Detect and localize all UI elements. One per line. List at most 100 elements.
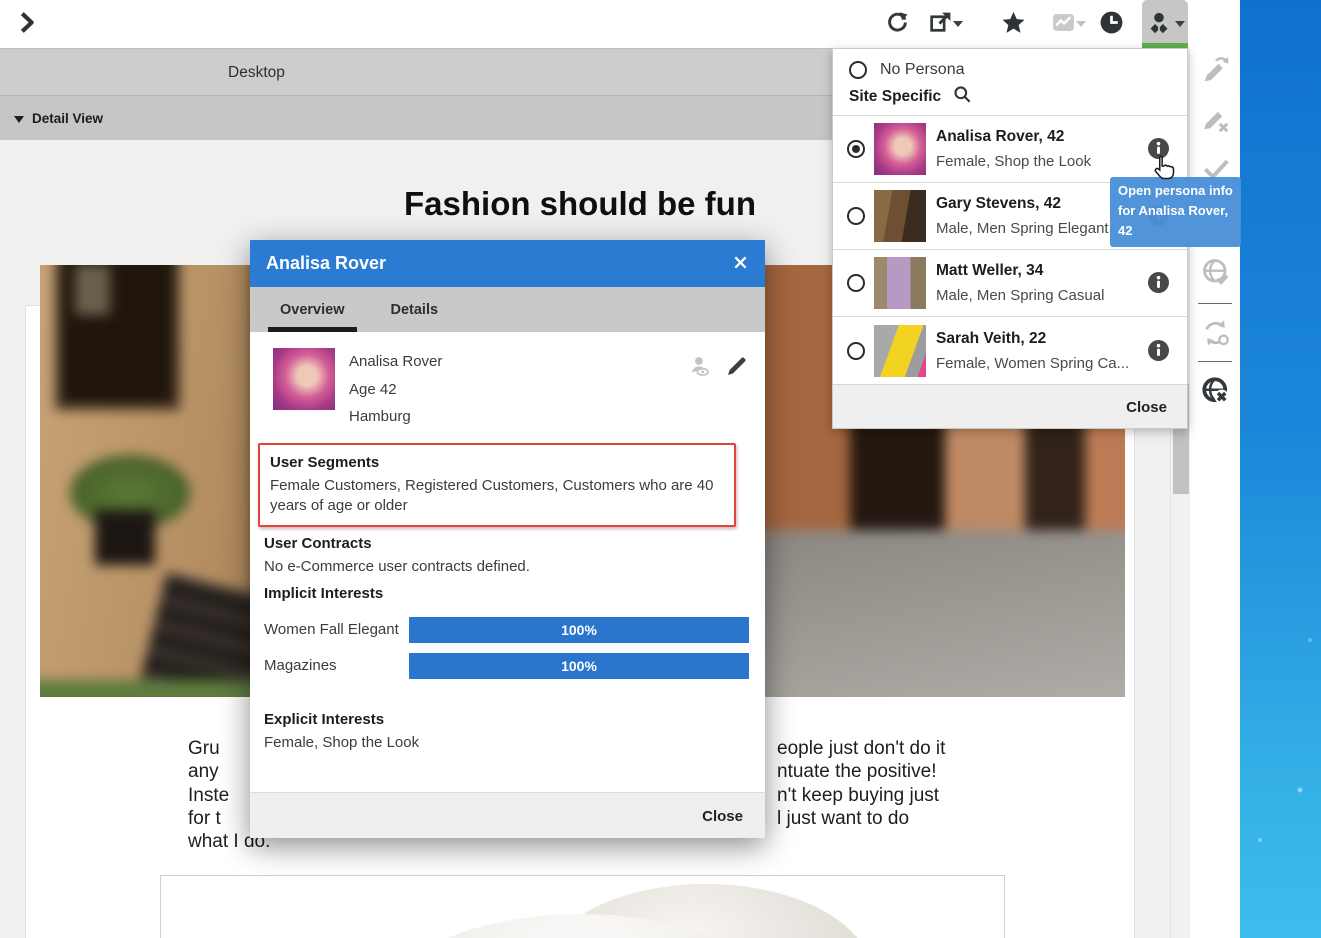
persona-name: Sarah Veith, 22 <box>936 330 1129 348</box>
radio-analisa[interactable] <box>847 140 865 158</box>
explicit-interests-text: Female, Shop the Look <box>264 733 749 753</box>
tab-overview[interactable]: Overview <box>276 287 349 332</box>
rail-divider <box>1198 303 1232 304</box>
site-specific-label: Site Specific <box>849 88 941 106</box>
persona-info-modal: Analisa Rover Overview Details Analisa R… <box>250 240 765 838</box>
analytics-chart-icon <box>1051 10 1076 38</box>
refresh-button[interactable] <box>880 7 914 41</box>
persona-row-matt[interactable]: Matt Weller, 34 Male, Men Spring Casual <box>833 250 1187 317</box>
person-eye-icon <box>687 368 713 383</box>
right-toolbar <box>1190 0 1240 938</box>
interest-label: Women Fall Elegant <box>264 621 409 638</box>
persona-info-tooltip: Open persona info for Analisa Rover, 42 <box>1110 177 1241 247</box>
avatar-gary <box>874 190 926 242</box>
favorites-button[interactable] <box>996 7 1030 41</box>
avatar-matt <box>874 257 926 309</box>
top-toolbar <box>0 0 1240 48</box>
profile-city: Hamburg <box>349 403 687 431</box>
user-segments-highlight: User Segments Female Customers, Register… <box>258 443 736 527</box>
edit-persona-button[interactable] <box>725 354 749 381</box>
modal-title: Analisa Rover <box>266 253 729 274</box>
chevron-right-icon <box>15 10 40 38</box>
rail-divider <box>1198 361 1232 362</box>
avatar-analisa <box>874 123 926 175</box>
chevron-down-icon <box>1076 21 1086 27</box>
publish-status-button[interactable] <box>1200 257 1232 289</box>
device-label: Desktop <box>228 49 285 96</box>
no-persona-option[interactable]: No Persona <box>833 49 1187 85</box>
time-machine-button[interactable] <box>1094 7 1128 41</box>
interest-bar-row: Magazines 100% <box>264 653 749 679</box>
persona-info-button-matt[interactable] <box>1148 272 1169 293</box>
expand-panel-button[interactable] <box>10 7 44 41</box>
analytics-button[interactable] <box>1042 7 1094 41</box>
edit-workflow-button[interactable] <box>1200 55 1232 87</box>
persona-list: Analisa Rover, 42 Female, Shop the Look … <box>833 115 1187 384</box>
open-in-new-button[interactable] <box>920 7 970 41</box>
site-specific-header: Site Specific <box>833 85 1187 115</box>
persona-panel-close-button[interactable]: Close <box>1106 385 1187 429</box>
mouse-cursor <box>1149 152 1179 182</box>
sync-icon <box>1201 336 1231 351</box>
persona-button[interactable] <box>1142 0 1188 48</box>
persona-description: Female, Women Spring Ca... <box>936 355 1129 372</box>
user-contracts-text: No e-Commerce user contracts defined. <box>264 557 749 577</box>
app-background-panel <box>1240 0 1321 938</box>
persona-panel-footer: Close <box>833 384 1187 428</box>
radio-no-persona[interactable] <box>849 61 867 79</box>
collapse-caret-icon <box>14 116 24 123</box>
explicit-interests-heading: Explicit Interests <box>264 707 749 733</box>
modal-header: Analisa Rover <box>250 240 765 287</box>
modal-footer: Close <box>250 792 765 838</box>
tab-details[interactable]: Details <box>387 287 443 332</box>
persona-name: Matt Weller, 34 <box>936 262 1104 280</box>
pencil-x-icon <box>1201 123 1231 138</box>
user-segments-heading: User Segments <box>270 450 726 476</box>
unpublish-button[interactable] <box>1200 376 1232 408</box>
profile-avatar <box>273 348 335 410</box>
persona-description: Male, Men Spring Elegant <box>936 220 1109 237</box>
star-icon <box>1001 10 1026 38</box>
discard-edit-button[interactable] <box>1200 105 1232 137</box>
interest-bar: 100% <box>409 617 749 643</box>
radio-matt[interactable] <box>847 274 865 292</box>
modal-tab-bar: Overview Details <box>250 287 765 332</box>
modal-close-button[interactable]: Close <box>680 793 765 839</box>
interest-bar: 100% <box>409 653 749 679</box>
globe-check-icon <box>1201 275 1231 290</box>
modal-close-icon[interactable] <box>729 253 751 275</box>
persona-name: Gary Stevens, 42 <box>936 195 1109 213</box>
clock-icon <box>1099 10 1124 38</box>
refresh-icon <box>885 10 910 38</box>
avatar-sarah <box>874 325 926 377</box>
profile-name: Analisa Rover <box>349 348 687 376</box>
no-persona-label: No Persona <box>880 61 965 79</box>
paragraph-right-fragment: eople just don't do it ntuate the positi… <box>777 737 945 830</box>
modal-body: Analisa Rover Age 42 Hamburg <box>250 332 765 792</box>
radio-gary[interactable] <box>847 207 865 225</box>
search-icon[interactable] <box>953 85 972 109</box>
interest-label: Magazines <box>264 657 409 674</box>
interest-bar-row: Women Fall Elegant 100% <box>264 617 749 643</box>
product-image <box>160 875 1005 938</box>
persona-icon <box>1146 10 1172 39</box>
impersonate-button[interactable] <box>687 354 713 383</box>
pencil-redo-icon <box>1201 73 1231 88</box>
sync-button[interactable] <box>1200 318 1232 350</box>
radio-sarah[interactable] <box>847 342 865 360</box>
globe-x-icon <box>1201 394 1231 409</box>
interest-bar-fill: 100% <box>409 653 749 679</box>
user-contracts-heading: User Contracts <box>264 531 749 557</box>
persona-row-analisa[interactable]: Analisa Rover, 42 Female, Shop the Look <box>833 116 1187 183</box>
chevron-down-icon <box>953 21 963 27</box>
open-in-new-icon <box>928 10 953 38</box>
persona-description: Male, Men Spring Casual <box>936 287 1104 304</box>
smartedit-preview-screen: Fashion should be fun Gru any Inste for … <box>0 0 1321 938</box>
persona-name: Analisa Rover, 42 <box>936 128 1091 146</box>
detail-view-label: Detail View <box>32 96 103 141</box>
profile-summary: Analisa Rover Age 42 Hamburg <box>264 348 749 431</box>
persona-row-sarah[interactable]: Sarah Veith, 22 Female, Women Spring Ca.… <box>833 317 1187 384</box>
persona-info-button-sarah[interactable] <box>1148 340 1169 361</box>
chevron-down-icon <box>1175 21 1185 27</box>
pencil-icon <box>725 366 749 381</box>
